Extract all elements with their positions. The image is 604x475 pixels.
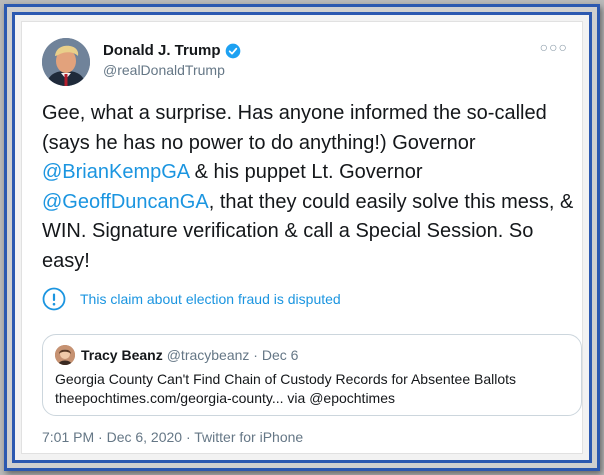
inner-frame: Donald J. Trump @realDonaldTrump ○○○ Gee… [12, 12, 592, 463]
tweet-text-part-1: Gee, what a surprise. Has anyone informe… [42, 102, 547, 154]
quoted-text-line-2: theepochtimes.com/georgia-county... via … [55, 390, 396, 406]
avatar-portrait [42, 38, 90, 86]
quoted-author-avatar[interactable] [55, 345, 75, 365]
author-name-row: Donald J. Trump [103, 42, 241, 59]
tweet-text-part-2: & his puppet Lt. Governor [189, 161, 423, 183]
mention-geoff-duncan[interactable]: @GeoffDuncanGA [42, 191, 209, 213]
tweet-footer: 7:01 PM · Dec 6, 2020 · Twitter for iPho… [42, 429, 303, 445]
quoted-handle-date: @tracybeanz · Dec 6 [166, 347, 299, 363]
quoted-header: Tracy Beanz @tracybeanz · Dec 6 [81, 347, 298, 363]
quoted-text-line-1: Georgia County Can't Find Chain of Custo… [55, 371, 517, 387]
tweet-card: Donald J. Trump @realDonaldTrump ○○○ Gee… [21, 21, 583, 454]
outer-frame: Donald J. Trump @realDonaldTrump ○○○ Gee… [4, 4, 600, 471]
dispute-label: This claim about election fraud is dispu… [80, 291, 341, 307]
author-avatar[interactable] [42, 38, 90, 86]
author-handle[interactable]: @realDonaldTrump [103, 62, 225, 78]
tweet-timestamp[interactable]: 7:01 PM · Dec 6, 2020 · [42, 429, 194, 445]
quoted-text: Georgia County Can't Find Chain of Custo… [55, 370, 516, 408]
author-name[interactable]: Donald J. Trump [103, 42, 221, 59]
tweet-source[interactable]: Twitter for iPhone [194, 429, 303, 445]
verified-badge-icon [225, 43, 240, 58]
more-options-icon[interactable]: ○○○ [540, 40, 568, 54]
info-circle-icon [42, 287, 66, 311]
quoted-author-name[interactable]: Tracy Beanz [81, 347, 163, 363]
dispute-notice[interactable]: This claim about election fraud is dispu… [42, 287, 341, 311]
mention-brian-kemp[interactable]: @BrianKempGA [42, 161, 189, 183]
tweet-text: Gee, what a surprise. Has anyone informe… [42, 99, 582, 276]
quoted-tweet[interactable]: Tracy Beanz @tracybeanz · Dec 6 Georgia C… [42, 334, 582, 416]
quoted-avatar-image [55, 345, 75, 365]
